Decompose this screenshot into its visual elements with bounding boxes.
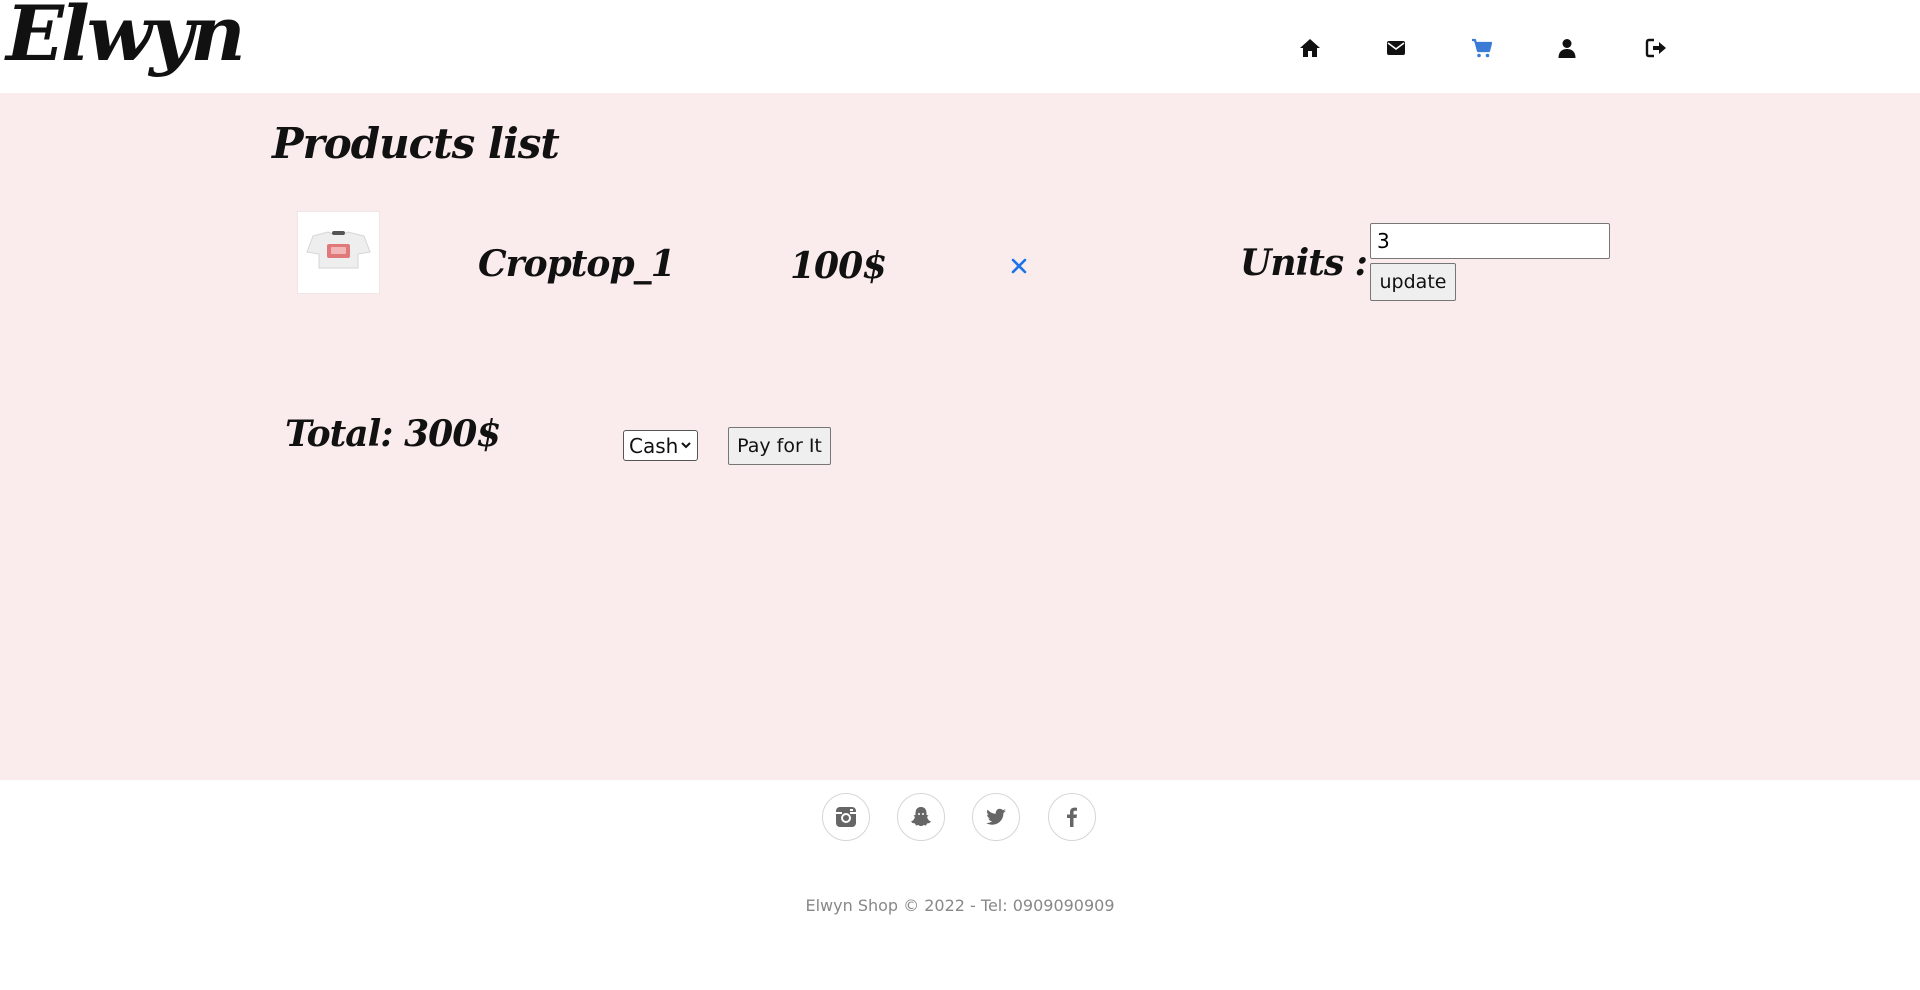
- snapchat-icon[interactable]: [897, 793, 945, 841]
- home-icon[interactable]: [1296, 34, 1324, 62]
- chevron-down-icon: [681, 442, 691, 449]
- payment-method-select[interactable]: Cash: [623, 430, 698, 461]
- footer: Elwyn Shop © 2022 - Tel: 0909090909: [0, 780, 1920, 990]
- cart-section: Products list Croptop_1 100$ Units : upd…: [0, 93, 1920, 780]
- logo[interactable]: Elwyn: [6, 0, 246, 72]
- cart-icon[interactable]: [1468, 34, 1496, 62]
- product-name: Croptop_1: [478, 243, 676, 285]
- header: Elwyn: [0, 0, 1920, 93]
- envelope-icon[interactable]: [1382, 34, 1410, 62]
- pay-button[interactable]: Pay for It: [728, 427, 831, 465]
- instagram-icon[interactable]: [822, 793, 870, 841]
- page-title: Products list: [272, 119, 560, 168]
- copyright-text: Elwyn Shop © 2022 - Tel: 0909090909: [805, 896, 1115, 915]
- twitter-icon[interactable]: [972, 793, 1020, 841]
- payment-method-value: Cash: [629, 433, 679, 458]
- units-label: Units :: [1240, 242, 1368, 284]
- sign-out-icon[interactable]: [1642, 34, 1670, 62]
- units-input[interactable]: [1370, 223, 1610, 259]
- close-icon[interactable]: [1008, 255, 1030, 277]
- total-amount: Total: 300$: [285, 413, 501, 455]
- user-icon[interactable]: [1553, 34, 1581, 62]
- product-price: 100$: [790, 245, 887, 287]
- product-image: [297, 211, 380, 294]
- update-button[interactable]: update: [1370, 263, 1456, 301]
- facebook-icon[interactable]: [1048, 793, 1096, 841]
